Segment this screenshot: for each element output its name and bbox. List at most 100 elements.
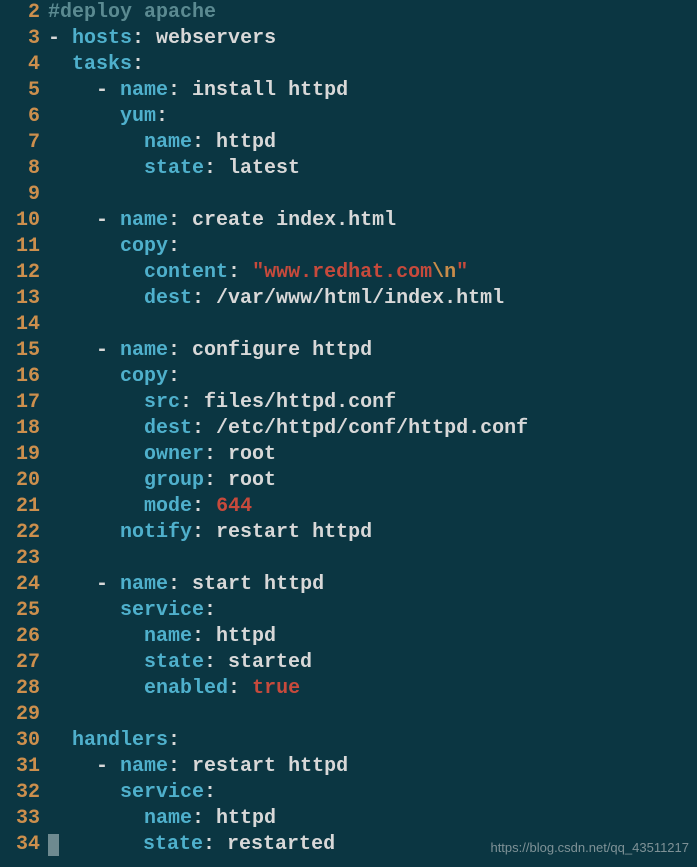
code-line[interactable]: 24 - name: start httpd <box>0 572 697 598</box>
token: create index.html <box>180 209 396 232</box>
code-line[interactable]: 7 name: httpd <box>0 130 697 156</box>
line-content[interactable]: mode: 644 <box>48 494 252 520</box>
code-line[interactable]: 22 notify: restart httpd <box>0 520 697 546</box>
token: /etc/httpd/conf/httpd.conf <box>204 417 528 440</box>
line-content[interactable]: - name: create index.html <box>48 208 396 234</box>
code-line[interactable]: 6 yum: <box>0 104 697 130</box>
line-content[interactable]: - name: start httpd <box>48 572 324 598</box>
token: : <box>156 105 168 128</box>
token: 644 <box>216 495 252 518</box>
line-content[interactable]: name: httpd <box>48 806 276 832</box>
code-line[interactable]: 4 tasks: <box>0 52 697 78</box>
code-line[interactable]: 15 - name: configure httpd <box>0 338 697 364</box>
line-content[interactable]: copy: <box>48 364 180 390</box>
token <box>48 599 120 622</box>
line-content[interactable]: service: <box>48 780 216 806</box>
line-content[interactable]: name: httpd <box>48 130 276 156</box>
line-content[interactable]: - hosts: webservers <box>48 26 276 52</box>
line-content[interactable]: name: httpd <box>48 624 276 650</box>
code-line[interactable]: 3- hosts: webservers <box>0 26 697 52</box>
token: - <box>48 27 72 50</box>
line-content[interactable]: state: restarted <box>48 832 335 858</box>
line-content[interactable]: group: root <box>48 468 276 494</box>
code-line[interactable]: 21 mode: 644 <box>0 494 697 520</box>
token: files/httpd.conf <box>192 391 396 414</box>
code-line[interactable]: 5 - name: install httpd <box>0 78 697 104</box>
token: : <box>204 781 216 804</box>
code-line[interactable]: 10 - name: create index.html <box>0 208 697 234</box>
token: yum <box>120 105 156 128</box>
token <box>48 391 144 414</box>
token <box>48 287 144 310</box>
line-content[interactable]: handlers: <box>48 728 180 754</box>
token: : <box>192 807 204 830</box>
token <box>48 443 144 466</box>
token <box>240 677 252 700</box>
line-content[interactable]: enabled: true <box>48 676 300 702</box>
code-line[interactable]: 29 <box>0 702 697 728</box>
code-line[interactable]: 8 state: latest <box>0 156 697 182</box>
code-line[interactable]: 26 name: httpd <box>0 624 697 650</box>
line-number: 28 <box>0 676 48 702</box>
line-content[interactable]: yum: <box>48 104 168 130</box>
line-content[interactable]: state: started <box>48 650 312 676</box>
line-content[interactable]: state: latest <box>48 156 300 182</box>
code-line[interactable]: 19 owner: root <box>0 442 697 468</box>
token: : <box>192 495 204 518</box>
token: copy <box>120 365 168 388</box>
line-content[interactable]: - name: configure httpd <box>48 338 372 364</box>
line-content[interactable]: dest: /etc/httpd/conf/httpd.conf <box>48 416 528 442</box>
line-number: 9 <box>0 182 48 208</box>
line-content[interactable]: content: "www.redhat.com\n" <box>48 260 468 286</box>
code-line[interactable]: 25 service: <box>0 598 697 624</box>
code-line[interactable]: 20 group: root <box>0 468 697 494</box>
line-content[interactable]: src: files/httpd.conf <box>48 390 396 416</box>
code-line[interactable]: 18 dest: /etc/httpd/conf/httpd.conf <box>0 416 697 442</box>
token: dest <box>144 287 192 310</box>
text-cursor <box>48 834 59 856</box>
token: - <box>48 573 120 596</box>
line-content[interactable]: tasks: <box>48 52 144 78</box>
line-content[interactable]: notify: restart httpd <box>48 520 372 546</box>
token: start httpd <box>180 573 324 596</box>
line-number: 21 <box>0 494 48 520</box>
token: name <box>144 131 192 154</box>
code-line[interactable]: 32 service: <box>0 780 697 806</box>
code-line[interactable]: 14 <box>0 312 697 338</box>
line-content[interactable]: - name: install httpd <box>48 78 348 104</box>
token <box>59 833 143 856</box>
code-line[interactable]: 16 copy: <box>0 364 697 390</box>
code-line[interactable]: 12 content: "www.redhat.com\n" <box>0 260 697 286</box>
token <box>48 365 120 388</box>
line-content[interactable]: #deploy apache <box>48 0 216 26</box>
line-number: 15 <box>0 338 48 364</box>
code-line[interactable]: 33 name: httpd <box>0 806 697 832</box>
code-line[interactable]: 11 copy: <box>0 234 697 260</box>
code-line[interactable]: 31 - name: restart httpd <box>0 754 697 780</box>
line-number: 11 <box>0 234 48 260</box>
token: tasks <box>72 53 132 76</box>
line-number: 8 <box>0 156 48 182</box>
code-line[interactable]: 9 <box>0 182 697 208</box>
code-editor[interactable]: 2#deploy apache3- hosts: webservers4 tas… <box>0 0 697 858</box>
line-content[interactable]: - name: restart httpd <box>48 754 348 780</box>
code-line[interactable]: 23 <box>0 546 697 572</box>
token: state <box>143 833 203 856</box>
token: mode <box>144 495 192 518</box>
line-content[interactable]: dest: /var/www/html/index.html <box>48 286 504 312</box>
line-content[interactable]: copy: <box>48 234 180 260</box>
line-content[interactable]: service: <box>48 598 216 624</box>
code-line[interactable]: 27 state: started <box>0 650 697 676</box>
code-line[interactable]: 2#deploy apache <box>0 0 697 26</box>
line-content[interactable]: owner: root <box>48 442 276 468</box>
code-line[interactable]: 30 handlers: <box>0 728 697 754</box>
token: hosts <box>72 27 132 50</box>
token: notify <box>120 521 192 544</box>
code-line[interactable]: 13 dest: /var/www/html/index.html <box>0 286 697 312</box>
line-number: 19 <box>0 442 48 468</box>
token: : <box>192 625 204 648</box>
code-line[interactable]: 17 src: files/httpd.conf <box>0 390 697 416</box>
token: root <box>216 469 276 492</box>
token: latest <box>216 157 300 180</box>
code-line[interactable]: 28 enabled: true <box>0 676 697 702</box>
